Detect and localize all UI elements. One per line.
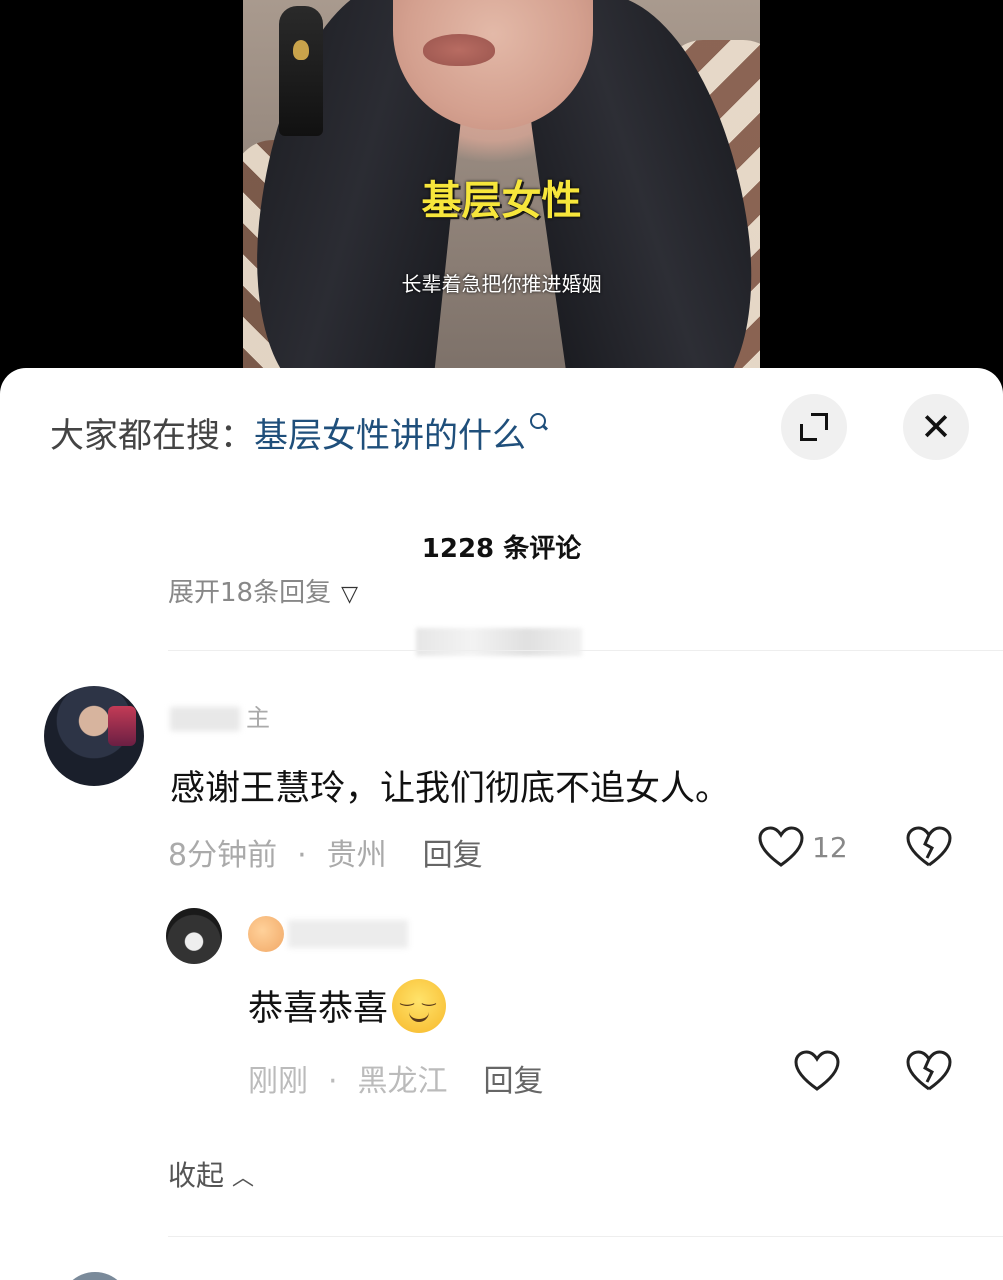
collapse-label: 收起 xyxy=(168,1159,225,1192)
reply-username[interactable] xyxy=(248,916,408,952)
comment-meta: 8分钟前 · 贵州 回复 xyxy=(168,830,483,874)
expand-replies-label: 展开18条回复 xyxy=(168,578,332,608)
heart-icon xyxy=(794,1050,840,1091)
chevron-down-icon: ▽ xyxy=(341,582,359,607)
username-blur xyxy=(170,707,240,731)
next-comment-avatar[interactable] xyxy=(60,1272,130,1280)
reply-like-button[interactable] xyxy=(794,1050,840,1092)
video-caption-title: 基层女性 xyxy=(421,178,582,224)
search-suggestion-label: 大家都在搜： xyxy=(50,416,254,456)
reply-text: 恭喜恭喜 xyxy=(248,979,447,1037)
reply-button[interactable]: 回复 xyxy=(484,1064,544,1099)
expand-replies-link[interactable]: 展开18条回复 ▽ xyxy=(168,572,358,609)
comment-count: 1228 条评论 xyxy=(421,534,582,564)
reply-dislike-button[interactable] xyxy=(906,1050,952,1092)
broken-heart-icon xyxy=(906,1050,952,1091)
heart-icon xyxy=(758,826,804,867)
comment-sheet: 大家都在搜：基层女性讲的什么 ✕ 1228 条评论 展开18条回复 ▽ 主 感谢王… xyxy=(0,368,1003,1280)
reply-location: 黑龙江 xyxy=(357,1064,448,1099)
close-button[interactable]: ✕ xyxy=(903,394,969,460)
smile-emoji-icon xyxy=(392,979,447,1033)
reply-meta: 刚刚 · 黑龙江 回复 xyxy=(248,1056,544,1100)
reply-text-content: 恭喜恭喜 xyxy=(248,989,389,1029)
dislike-button[interactable] xyxy=(906,826,952,868)
close-icon: ✕ xyxy=(920,405,952,449)
username-text: 主 xyxy=(246,704,270,732)
reply-button[interactable]: 回复 xyxy=(423,838,483,873)
broken-heart-icon xyxy=(906,826,952,867)
blurred-content xyxy=(416,628,582,656)
search-icon[interactable] xyxy=(530,413,546,429)
peach-icon xyxy=(248,916,284,952)
collapse-replies-link[interactable]: 收起 ︿ xyxy=(168,1154,254,1194)
divider xyxy=(168,650,1003,651)
like-count: 12 xyxy=(812,830,848,864)
search-suggestion[interactable]: 大家都在搜：基层女性讲的什么 xyxy=(50,408,546,457)
like-button[interactable]: 12 xyxy=(758,826,848,868)
reply-time: 刚刚 xyxy=(248,1064,308,1099)
video-caption-subtitle: 长辈着急把你推进婚姻 xyxy=(401,272,602,296)
video-frame-statue xyxy=(279,6,323,136)
comment-username[interactable]: 主 xyxy=(170,698,270,733)
comment-text: 感谢王慧玲，让我们彻底不追女人。 xyxy=(170,769,731,809)
separator-dot: · xyxy=(328,1064,338,1099)
chevron-up-icon: ︿ xyxy=(232,1166,255,1191)
comment-location: 贵州 xyxy=(326,838,387,873)
separator-dot: · xyxy=(297,838,307,873)
expand-icon xyxy=(800,413,828,441)
search-suggestion-query[interactable]: 基层女性讲的什么 xyxy=(254,416,526,456)
expand-button[interactable] xyxy=(781,394,847,460)
comment-time: 8分钟前 xyxy=(168,838,278,873)
video-frame-lips xyxy=(423,34,495,66)
video-player[interactable]: 基层女性 长辈着急把你推进婚姻 xyxy=(243,0,760,372)
reply-avatar[interactable] xyxy=(166,908,222,964)
divider xyxy=(168,1236,1003,1237)
avatar[interactable] xyxy=(44,686,144,786)
username-blur xyxy=(288,920,408,948)
